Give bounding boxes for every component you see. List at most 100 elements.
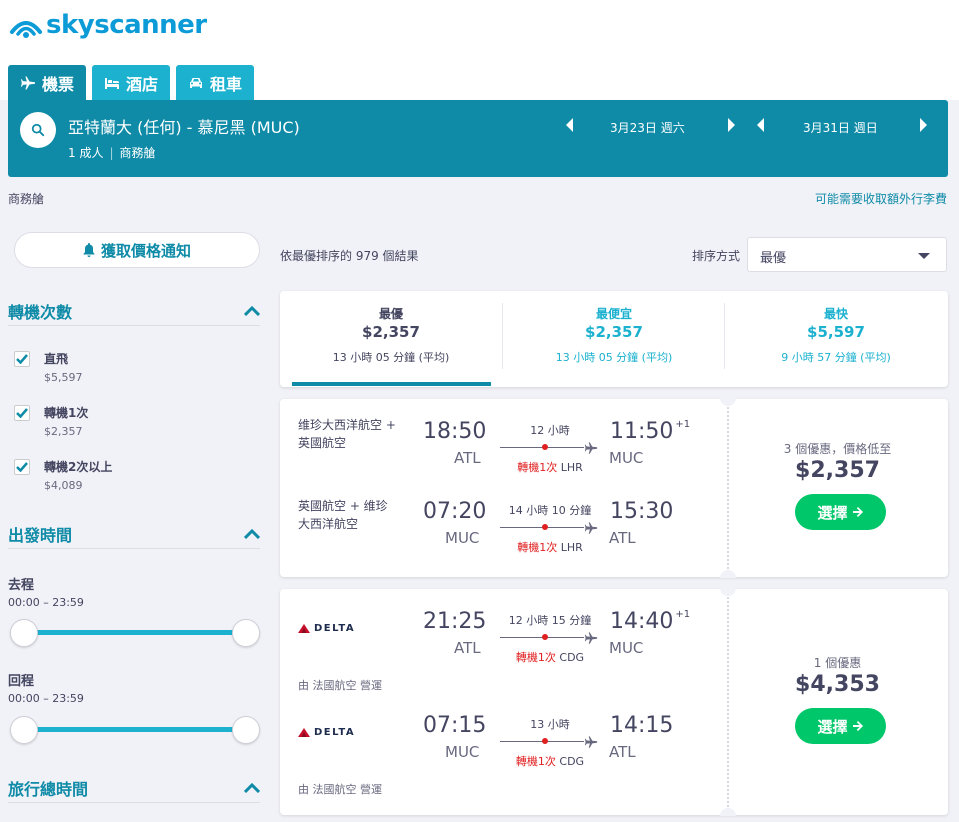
outbound-slider-min-handle[interactable] xyxy=(10,619,38,647)
stop-airport: LHR xyxy=(560,541,583,554)
depart-next-date-button[interactable] xyxy=(726,117,736,133)
skyscanner-logo-icon xyxy=(10,21,42,38)
tab-cheapest[interactable]: 最便宜 $2,357 13 小時 05 分鐘 (平均) xyxy=(503,291,725,387)
inbound-range: 00:00 – 23:59 xyxy=(8,692,84,705)
delta-logo: DELTA xyxy=(298,727,355,738)
tab-hotels[interactable]: 酒店 xyxy=(92,65,171,100)
next-day-indicator: +1 xyxy=(675,419,691,430)
outbound-slider-track[interactable] xyxy=(22,630,246,635)
one-stop-checkbox[interactable] xyxy=(14,405,30,421)
arrival-airport: ATL xyxy=(609,529,636,547)
stop-airport: CDG xyxy=(559,651,585,664)
stop-dot xyxy=(542,444,548,450)
tab-flights[interactable]: 機票 xyxy=(8,65,87,100)
direct-checkbox[interactable] xyxy=(14,351,30,367)
stops-info: 轉機1次 CDG xyxy=(500,753,600,769)
stops-filter-title: 轉機次數 xyxy=(8,302,73,322)
ticket-notch xyxy=(720,570,736,578)
sort-dropdown[interactable]: 最優 xyxy=(747,237,947,272)
deals-text: 3 個優惠，價格低至 xyxy=(783,442,892,456)
operated-by: 由 法國航空 營運 xyxy=(298,679,382,692)
edit-search-button[interactable] xyxy=(20,112,56,148)
outbound-range: 00:00 – 23:59 xyxy=(8,596,84,609)
two-plus-stops-checkbox[interactable] xyxy=(14,459,30,475)
arrow-right-icon xyxy=(852,507,863,517)
departure-airport: MUC xyxy=(445,529,480,547)
chevron-right-icon xyxy=(728,118,735,132)
card-price: $4,353 xyxy=(795,672,880,697)
price-alert-button[interactable]: 獲取價格通知 xyxy=(14,232,260,268)
inbound-slider-track[interactable] xyxy=(22,727,246,732)
best-duration: 13 小時 05 分鐘 (平均) xyxy=(332,351,450,364)
depart-date[interactable]: 3月23日 週六 xyxy=(610,119,685,136)
tab-cars-label: 租車 xyxy=(210,74,243,94)
bed-icon xyxy=(105,77,120,89)
departure-airport: MUC xyxy=(445,743,480,761)
depart-prev-date-button[interactable] xyxy=(565,117,575,133)
arrival-time: 14:40 +1 xyxy=(610,609,690,634)
fastest-duration: 9 小時 57 分鐘 (平均) xyxy=(781,351,891,364)
airline-name: DELTA xyxy=(314,727,356,738)
one-stop-price: $2,357 xyxy=(44,425,83,438)
ticket-notch xyxy=(720,398,736,406)
departure-time: 07:20 xyxy=(423,499,487,524)
check-icon xyxy=(16,462,28,472)
arrival-airport: ATL xyxy=(609,743,636,761)
cheapest-label: 最便宜 xyxy=(595,307,632,321)
top-bar: skyscanner 機票 酒店 租車 xyxy=(0,0,959,100)
select-button[interactable]: 選擇 xyxy=(795,708,886,744)
outbound-slider-max-handle[interactable] xyxy=(232,619,260,647)
return-prev-date-button[interactable] xyxy=(756,117,766,133)
stops-count: 轉機1次 xyxy=(517,461,558,474)
select-button[interactable]: 選擇 xyxy=(795,494,886,530)
plane-icon xyxy=(584,440,598,454)
card-price: $2,357 xyxy=(795,458,880,483)
tab-hotels-label: 酒店 xyxy=(126,74,159,94)
arrival-airport: MUC xyxy=(609,639,644,657)
deals-text: 1 個優惠 xyxy=(813,656,862,670)
best-label: 最優 xyxy=(378,307,403,321)
stop-dot xyxy=(542,524,548,530)
airline-name: DELTA xyxy=(314,623,356,634)
departure-times-filter-header[interactable]: 出發時間 xyxy=(8,519,260,549)
return-date[interactable]: 3月31日 週日 xyxy=(803,119,878,136)
departure-time: 07:15 xyxy=(423,713,487,738)
baggage-fees-link[interactable]: 可能需要收取額外行李費 xyxy=(815,190,947,207)
departure-airport: ATL xyxy=(454,639,481,657)
tab-cars[interactable]: 租車 xyxy=(176,65,255,100)
plane-icon xyxy=(21,76,35,89)
inbound-label: 回程 xyxy=(8,674,35,689)
two-plus-stops-label: 轉機2次以上 xyxy=(44,460,113,474)
route-text: 亞特蘭大 (任何) - 慕尼黑 (MUC) xyxy=(68,118,300,137)
stop-airport: LHR xyxy=(560,461,583,474)
flight-duration: 14 小時 10 分鐘 xyxy=(508,504,592,517)
next-day-indicator: +1 xyxy=(675,609,691,620)
arrival-time-value: 15:30 xyxy=(610,499,674,524)
cheapest-price: $2,357 xyxy=(585,323,643,341)
stops-info: 轉機1次 LHR xyxy=(500,459,600,475)
return-next-date-button[interactable] xyxy=(918,117,928,133)
flight-duration: 13 小時 xyxy=(530,718,570,731)
stop-airport: CDG xyxy=(559,755,585,768)
car-icon xyxy=(190,77,203,88)
tab-fastest[interactable]: 最快 $5,597 9 小時 57 分鐘 (平均) xyxy=(725,291,947,387)
arrival-time-value: 14:15 xyxy=(610,713,674,738)
journey-duration-filter-header[interactable]: 旅行總時間 xyxy=(8,773,260,803)
airline-name: 维珍大西洋航空 + 英國航空 xyxy=(298,418,396,450)
departure-times-title: 出發時間 xyxy=(8,525,73,545)
arrow-right-icon xyxy=(852,721,863,731)
result-card[interactable]: DELTA 由 法國航空 營運 21:25 ATL 12 小時 15 分鐘 轉機… xyxy=(280,588,948,816)
passenger-cabin-text: 1 成人 | 商務艙 xyxy=(68,144,156,161)
result-card[interactable]: 维珍大西洋航空 + 英國航空 18:50 ATL 12 小時 轉機1次 LHR … xyxy=(280,398,948,578)
inbound-slider-max-handle[interactable] xyxy=(232,716,260,744)
skyscanner-logo[interactable]: skyscanner xyxy=(8,8,207,42)
stops-count: 轉機1次 xyxy=(515,651,556,664)
search-summary-bar[interactable]: 亞特蘭大 (任何) - 慕尼黑 (MUC) 1 成人 | 商務艙 3月23日 週六 … xyxy=(8,100,948,177)
stops-count: 轉機1次 xyxy=(515,755,556,768)
chevron-right-icon xyxy=(920,118,927,132)
tab-best[interactable]: 最優 $2,357 13 小時 05 分鐘 (平均) xyxy=(280,291,502,387)
stops-filter-header[interactable]: 轉機次數 xyxy=(8,296,260,326)
operated-by: 由 法國航空 營運 xyxy=(298,783,382,796)
inbound-slider-min-handle[interactable] xyxy=(10,716,38,744)
direct-price: $5,597 xyxy=(44,371,83,384)
